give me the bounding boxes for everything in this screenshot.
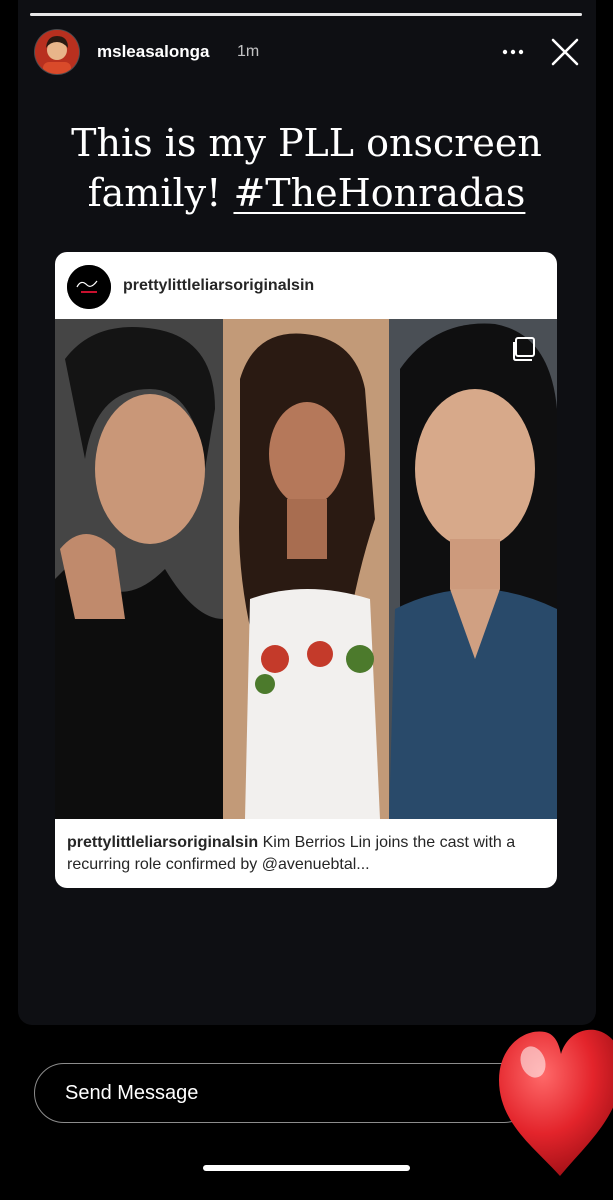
more-horizontal-icon[interactable] (500, 40, 526, 60)
pll-logo-icon (67, 265, 111, 309)
story-progress-fill (30, 13, 582, 16)
shared-post-header: prettylittleliarsoriginalsin (55, 252, 557, 319)
shared-post-card[interactable]: prettylittleliarsoriginalsin prettylittl… (55, 252, 557, 888)
shared-post-username[interactable]: prettylittleliarsoriginalsin (123, 277, 314, 295)
caption-hashtag[interactable]: #TheHonradas (233, 171, 525, 215)
send-message-placeholder: Send Message (65, 1082, 199, 1104)
home-indicator (203, 1165, 410, 1171)
shared-post-caption-username[interactable]: prettylittleliarsoriginalsin (67, 834, 258, 851)
story-username[interactable]: msleasalonga (97, 42, 209, 62)
close-icon[interactable] (549, 36, 581, 68)
story-progress-bar (30, 13, 582, 16)
post-photo-collage[interactable] (55, 319, 557, 819)
shared-post-caption: prettylittleliarsoriginalsin Kim Berrios… (67, 832, 547, 876)
shared-post-avatar[interactable] (67, 265, 111, 309)
heart-icon[interactable] (495, 1018, 613, 1188)
story-timestamp: 1m (237, 43, 260, 60)
avatar-image (35, 30, 79, 74)
user-avatar[interactable] (35, 30, 79, 74)
carousel-icon (513, 337, 535, 361)
story-caption: This is my PLL onscreen family! #TheHonr… (30, 118, 583, 218)
